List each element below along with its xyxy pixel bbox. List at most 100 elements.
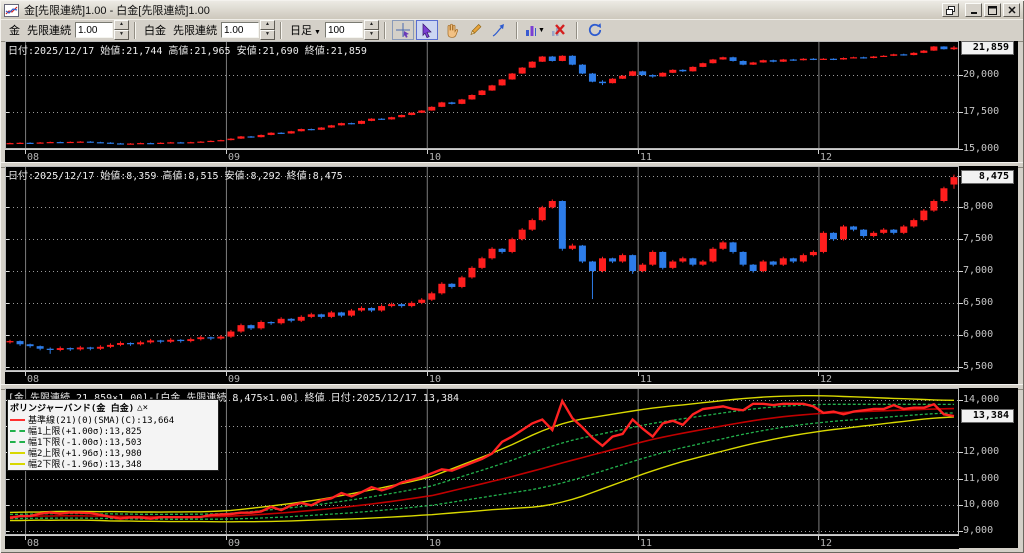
toolbar-separator: [280, 21, 282, 39]
gold-ohlc-header: 日付:2025/12/17 始値:21,744 高値:21,965 安値:21,…: [8, 46, 367, 57]
y-tick-label: 14,000: [963, 394, 1000, 405]
toolbar-separator: [575, 21, 578, 39]
platinum-ohlc-header: 日付:2025/12/17 始値:8,359 高値:8,515 安値:8,292…: [8, 171, 343, 182]
platinum-time-axis[interactable]: 08 09 10 11 12: [5, 371, 959, 385]
platinum-series-label: 先限連続: [173, 25, 217, 37]
hand-tool-button[interactable]: [440, 20, 462, 40]
chevron-down-icon: ▼: [314, 29, 321, 36]
x-tick: [25, 372, 26, 376]
legend-line-swatch: [10, 451, 25, 454]
x-tick: [427, 536, 428, 540]
current-price-label: 8,475: [961, 170, 1014, 184]
x-tick-label: 11: [640, 538, 653, 549]
legend-line-swatch: [10, 418, 25, 421]
gold-candles: [6, 45, 958, 145]
hand-icon: [447, 23, 458, 38]
platinum-ratio-spinner[interactable]: ▲ ▼: [260, 20, 275, 40]
y-tick-label: 8,000: [963, 201, 994, 212]
minimize-button[interactable]: [965, 3, 982, 17]
gold-symbol-label: 金: [9, 25, 20, 37]
gold-ratio-input[interactable]: [75, 22, 113, 38]
chevron-down-icon: ▼: [538, 26, 545, 34]
platinum-ratio-input[interactable]: [221, 22, 259, 38]
y-tick-label: 10,000: [963, 499, 1000, 510]
y-tick-label: 20,000: [963, 69, 1000, 80]
delete-x-icon: [552, 24, 566, 36]
gold-price-axis[interactable]: 20,000 17,500 15,000 21,859: [959, 41, 1018, 162]
platinum-chart-canvas[interactable]: [5, 166, 959, 371]
spread-bollinger-panel: [金 先限連続 21,859×1.00]-[白金 先限連続 8,475×1.00…: [5, 388, 1018, 549]
legend-line-swatch: [10, 462, 25, 465]
pencil-icon: [470, 24, 482, 35]
x-tick: [226, 150, 227, 154]
gold-ratio-spinner[interactable]: ▲ ▼: [114, 20, 129, 40]
x-tick: [638, 536, 639, 540]
x-tick: [818, 372, 819, 376]
cascade-button[interactable]: [942, 3, 959, 17]
x-tick: [226, 372, 227, 376]
legend-item: 幅2下限(-1.96σ):13,348: [10, 458, 216, 470]
refresh-button[interactable]: [584, 20, 606, 40]
pointer-icon: [422, 22, 432, 38]
toolbar-separator: [134, 21, 136, 39]
x-tick: [25, 150, 26, 154]
x-tick: [25, 536, 26, 540]
spin-down-icon[interactable]: ▼: [363, 30, 379, 40]
close-icon: [1007, 6, 1016, 14]
spin-up-icon[interactable]: ▲: [363, 20, 379, 30]
spread-price-axis[interactable]: 14,000 12,000 11,000 10,000 9,000 13,384: [959, 388, 1018, 548]
legend-line-swatch: [10, 429, 25, 432]
spin-down-icon[interactable]: ▼: [260, 30, 275, 40]
toolbar: 金 先限連続 ▲▼ 白金 先限連続 ▲▼ 日足▼ ▲▼: [1, 19, 1023, 42]
y-tick-label: 6,000: [963, 329, 994, 340]
minimize-icon: [970, 12, 977, 14]
x-tick-label: 10: [429, 538, 442, 549]
maximize-button[interactable]: [984, 3, 1001, 17]
y-tick-label: 11,000: [963, 473, 1000, 484]
spin-up-icon[interactable]: ▲: [114, 20, 129, 30]
crosshair-tool-button[interactable]: [391, 20, 414, 40]
gold-chart-canvas[interactable]: [5, 41, 959, 149]
trendline-tool-button[interactable]: [488, 20, 510, 40]
toolbar-separator: [383, 21, 386, 39]
arrow-pointer-icon: [492, 24, 504, 37]
spin-up-icon[interactable]: ▲: [260, 20, 275, 30]
title-bar[interactable]: 金[先限連続]1.00 - 白金[先限連続]1.00: [1, 1, 1023, 20]
pointer-tool-button[interactable]: [415, 20, 438, 40]
delete-drawing-button[interactable]: [548, 20, 570, 40]
timeframe-select[interactable]: 日足 ▼: [290, 22, 321, 38]
chart-app-window: 金[先限連続]1.00 - 白金[先限連続]1.00 金 先限連続 ▲▼ 白金 …: [0, 0, 1024, 553]
y-tick-label: 12,000: [963, 446, 1000, 457]
y-tick-label: 9,000: [963, 525, 994, 536]
chart-window-icon: [4, 3, 19, 17]
gold-candlestick-panel: 日付:2025/12/17 始値:21,744 高値:21,965 安値:21,…: [5, 41, 1018, 163]
y-tick-label: 17,500: [963, 106, 1000, 117]
legend-window-controls[interactable]: △×: [137, 403, 148, 413]
spin-down-icon[interactable]: ▼: [114, 30, 129, 40]
x-tick-label: 08: [27, 538, 40, 549]
x-tick: [427, 150, 428, 154]
platinum-price-axis[interactable]: 8,5008,0007,5007,0006,5006,0005,5008,475: [959, 166, 1018, 384]
indicator-legend: ボリンジャーバンド(金 白金) △× 基準線(21)(0)(SMA)(C):13…: [7, 399, 219, 471]
x-tick-label: 12: [820, 538, 833, 549]
chart-type-button[interactable]: ▼: [524, 20, 546, 40]
gold-series-label: 先限連続: [27, 25, 71, 37]
gold-time-axis[interactable]: 08 09 10 11 12: [5, 149, 959, 163]
bar-count-spinner[interactable]: ▲ ▼: [363, 20, 379, 40]
y-tick-label: 6,500: [963, 297, 994, 308]
pencil-tool-button[interactable]: [464, 20, 486, 40]
maximize-icon: [988, 5, 997, 15]
refresh-icon: [588, 23, 602, 37]
platinum-symbol-label: 白金: [144, 25, 166, 37]
x-tick: [818, 536, 819, 540]
bar-count-input[interactable]: [324, 22, 363, 38]
legend-line-swatch: [10, 440, 25, 443]
x-tick: [818, 150, 819, 154]
current-price-label: 13,384: [961, 409, 1014, 423]
current-price-label: 21,859: [961, 41, 1014, 55]
toolbar-separator: [515, 21, 518, 39]
spread-time-axis[interactable]: 08 09 10 11 12: [5, 535, 959, 549]
x-tick-label: 09: [228, 538, 241, 549]
y-tick-label: 15,000: [963, 143, 1000, 154]
close-button[interactable]: [1003, 3, 1020, 17]
